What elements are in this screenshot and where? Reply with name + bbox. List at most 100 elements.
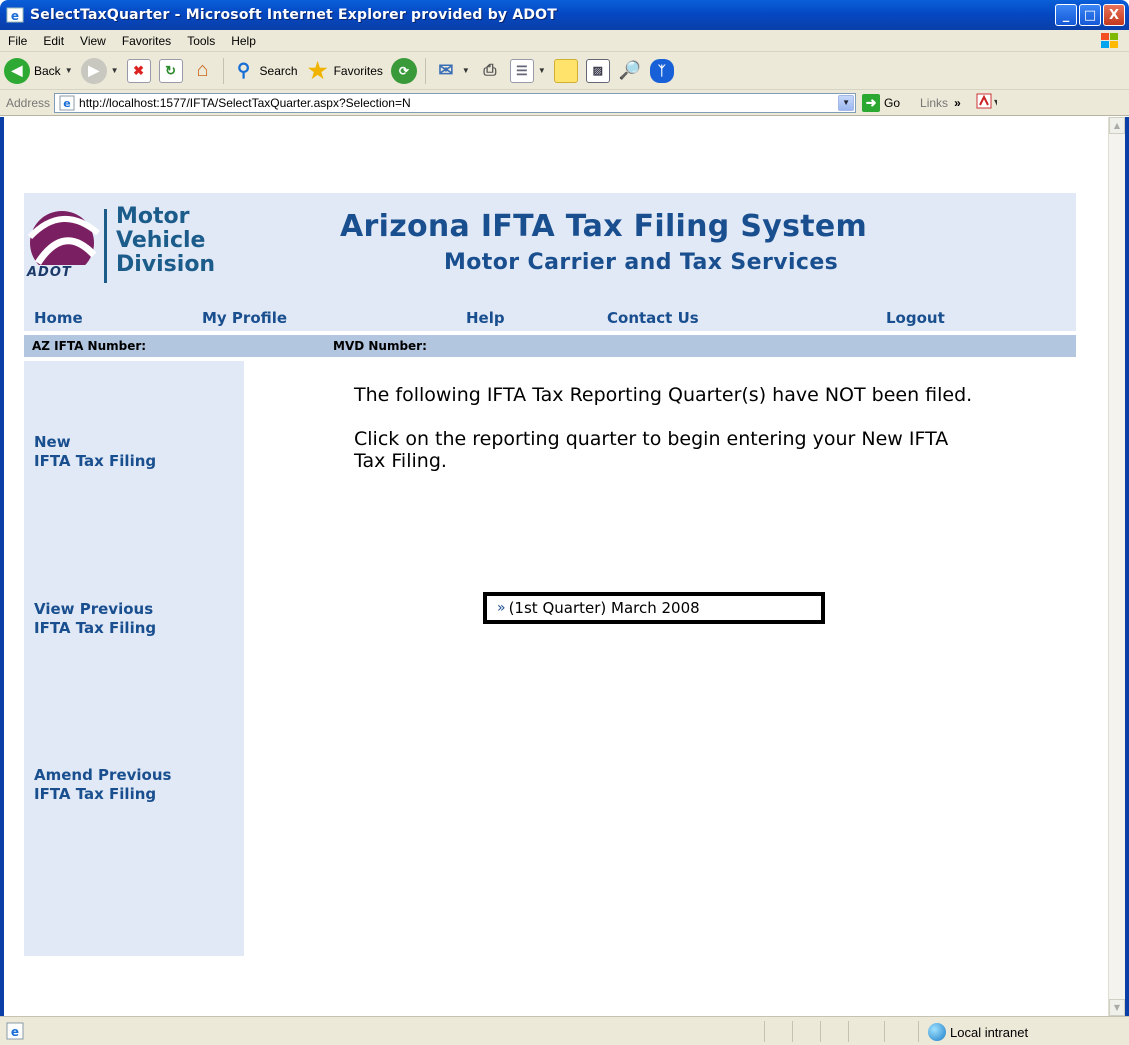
status-cell (820, 1021, 821, 1042)
site-header: ADOT Motor Vehicle Division Arizona IFTA… (24, 193, 1076, 305)
zone-label: Local intranet (950, 1024, 1029, 1040)
sidebar: New IFTA Tax Filing View Previous IFTA T… (24, 361, 244, 956)
maximize-button[interactable]: □ (1079, 4, 1101, 26)
double-chevron-icon: » (497, 600, 506, 616)
home-icon: ⌂ (196, 59, 209, 81)
edit-dropdown-icon[interactable]: ▼ (538, 66, 546, 75)
svg-text:e: e (11, 9, 19, 23)
az-ifta-number-label: AZ IFTA Number: (32, 339, 147, 353)
links-label[interactable]: Links (920, 96, 948, 110)
sidebar-new-filing[interactable]: New IFTA Tax Filing (34, 433, 156, 471)
print-button[interactable]: ⎙ (474, 55, 506, 87)
acrobat-logo-icon: ▼ (976, 93, 1001, 109)
address-dropdown-icon[interactable]: ▼ (838, 94, 855, 111)
menu-help[interactable]: Help (223, 34, 264, 48)
security-zone: Local intranet (928, 1023, 1028, 1041)
status-cell (764, 1021, 765, 1042)
sidebar-view-previous[interactable]: View Previous IFTA Tax Filing (34, 600, 156, 638)
mvd-logo: ADOT Motor Vehicle Division (24, 203, 244, 289)
nav-logout[interactable]: Logout (886, 309, 945, 327)
windows-logo-icon (1101, 33, 1118, 48)
edit-page-icon: ☰ (509, 58, 534, 83)
svg-text:e: e (63, 97, 70, 110)
menu-view[interactable]: View (72, 34, 114, 48)
sidebar-view-line1: View Previous (34, 600, 154, 618)
nav-help[interactable]: Help (466, 309, 505, 327)
main-nav: Home My Profile Help Contact Us Logout (24, 305, 1076, 331)
go-button[interactable]: ➜ Go (862, 93, 900, 112)
forward-arrow-icon: ▶ (80, 57, 107, 84)
quarter-link[interactable]: » (1st Quarter) March 2008 (483, 592, 825, 624)
sticky-note-icon (553, 58, 578, 83)
address-input[interactable]: e http://localhost:1577/IFTA/SelectTaxQu… (54, 92, 857, 113)
address-url: http://localhost:1577/IFTA/SelectTaxQuar… (79, 95, 411, 110)
history-button[interactable]: ⟳ (387, 55, 421, 87)
edit-button[interactable]: ☰ ▼ (506, 55, 550, 87)
sidebar-amend-previous[interactable]: Amend Previous IFTA Tax Filing (34, 766, 171, 804)
favorites-button[interactable]: ★ Favorites (302, 55, 387, 87)
site-title: Arizona IFTA Tax Filing System (340, 209, 868, 244)
intranet-globe-icon (928, 1023, 946, 1041)
sidebar-amend-line2: IFTA Tax Filing (34, 785, 157, 803)
scroll-up-icon[interactable]: ▲ (1109, 117, 1125, 134)
back-dropdown-icon[interactable]: ▼ (65, 66, 73, 75)
search-label: Search (259, 63, 298, 78)
sidebar-new-line1: New (34, 433, 71, 451)
ie-status-icon: e (6, 1022, 24, 1040)
mail-dropdown-icon[interactable]: ▼ (462, 66, 470, 75)
bluetooth-button[interactable]: ᛉ (646, 55, 678, 87)
menu-favorites[interactable]: Favorites (114, 34, 179, 48)
star-icon: ★ (307, 57, 328, 83)
printer-icon: ⎙ (483, 61, 497, 79)
links-chevron-icon[interactable]: » (954, 96, 961, 110)
stop-button[interactable]: ✖ (123, 55, 155, 87)
status-cell (918, 1021, 919, 1042)
not-filed-text: The following IFTA Tax Reporting Quarter… (354, 384, 973, 406)
close-button[interactable]: X (1103, 4, 1125, 26)
sidebar-view-line2: IFTA Tax Filing (34, 619, 157, 637)
window-title: SelectTaxQuarter - Microsoft Internet Ex… (30, 7, 558, 23)
scroll-down-icon[interactable]: ▼ (1109, 999, 1125, 1016)
research-button[interactable]: ▨ (582, 55, 614, 87)
address-bar: Address e http://localhost:1577/IFTA/Sel… (0, 90, 1129, 116)
logo-divider (104, 209, 107, 283)
window-controls: _ □ X (1055, 4, 1125, 26)
address-label: Address (6, 95, 51, 110)
nav-my-profile[interactable]: My Profile (202, 309, 287, 327)
forward-button[interactable]: ▶ ▼ (77, 55, 123, 87)
home-button[interactable]: ⌂ (187, 55, 219, 87)
logo-line-division: Division (116, 252, 216, 277)
note-button[interactable] (550, 55, 582, 87)
menu-tools[interactable]: Tools (179, 34, 223, 48)
back-arrow-icon: ◀ (4, 57, 30, 84)
mail-icon: ✉ (438, 60, 454, 80)
acrobat-icon[interactable]: ▼ (975, 92, 1001, 113)
instructions: The following IFTA Tax Reporting Quarter… (354, 384, 974, 494)
account-info-bar: AZ IFTA Number: MVD Number: (24, 335, 1076, 357)
logo-line-motor: Motor (116, 204, 190, 229)
nav-home[interactable]: Home (34, 309, 83, 327)
forward-dropdown-icon[interactable]: ▼ (111, 66, 119, 75)
minimize-button[interactable]: _ (1055, 4, 1077, 26)
menu-file[interactable]: File (0, 34, 35, 48)
toolbar-separator (424, 57, 426, 84)
refresh-button[interactable]: ↻ (155, 55, 187, 87)
mail-button[interactable]: ✉ ▼ (430, 55, 474, 87)
window-titlebar: e SelectTaxQuarter - Microsoft Internet … (0, 0, 1129, 30)
svg-text:▼: ▼ (994, 98, 997, 107)
back-button[interactable]: ◀ Back ▼ (0, 55, 77, 87)
quarter-label: (1st Quarter) March 2008 (508, 599, 700, 617)
menu-edit[interactable]: Edit (35, 34, 72, 48)
nav-contact-us[interactable]: Contact Us (607, 309, 699, 327)
document-icon: ▨ (585, 58, 610, 83)
favorites-label: Favorites (333, 63, 383, 78)
messenger-button[interactable]: 🔎 (614, 55, 646, 87)
click-instruction-text: Click on the reporting quarter to begin … (354, 428, 949, 472)
sidebar-amend-line1: Amend Previous (34, 766, 172, 784)
logo-text: Motor Vehicle Division (116, 205, 215, 277)
stop-icon: ✖ (126, 58, 151, 83)
toolbar-separator (222, 57, 224, 84)
vertical-scrollbar[interactable]: ▲ ▼ (1108, 117, 1125, 1016)
search-button[interactable]: ⚲ Search (228, 55, 302, 87)
status-cell (884, 1021, 885, 1042)
